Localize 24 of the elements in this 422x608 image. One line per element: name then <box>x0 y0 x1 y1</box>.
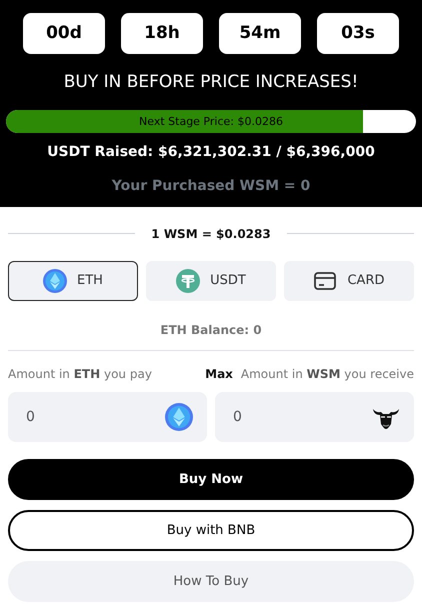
receive-amount-field[interactable]: 0 <box>215 392 414 442</box>
raised-text: USDT Raised: $6,321,302.31 / $6,396,000 <box>46 142 376 162</box>
purchased-text: Your Purchased WSM = 0 <box>110 176 312 196</box>
currency-tab[interactable]: ETH <box>8 260 138 300</box>
countdown-box: 00d <box>23 13 105 54</box>
pay-amount-field[interactable]: 0 <box>8 392 207 442</box>
pay-label: Amount in ETH you pay <box>8 366 152 382</box>
countdown-box: 03s <box>317 13 399 54</box>
buy-button[interactable]: Buy Now <box>8 459 414 500</box>
price-rate: 1 WSM = $0.0283 <box>151 226 271 242</box>
ethereum-icon <box>165 403 193 431</box>
tether-icon <box>176 268 200 292</box>
how-to-buy-button[interactable]: How To Buy <box>8 561 414 602</box>
progress-label: Next Stage Price: $0.0286 <box>138 114 284 130</box>
ethereum-icon <box>43 268 68 292</box>
headline: BUY IN BEFORE PRICE INCREASES! <box>62 71 360 94</box>
max-link[interactable]: Max <box>205 364 233 384</box>
countdown-box: 18h <box>121 13 203 54</box>
currency-tab[interactable]: CARD <box>284 260 414 300</box>
currency-tab[interactable]: USDT <box>146 260 276 300</box>
balance-text: ETH Balance: 0 <box>159 322 263 338</box>
countdown-box: 54m <box>219 13 301 54</box>
buy-button[interactable]: Buy with BNB <box>8 510 414 551</box>
receive-label: Amount in WSM you receive <box>240 366 414 380</box>
